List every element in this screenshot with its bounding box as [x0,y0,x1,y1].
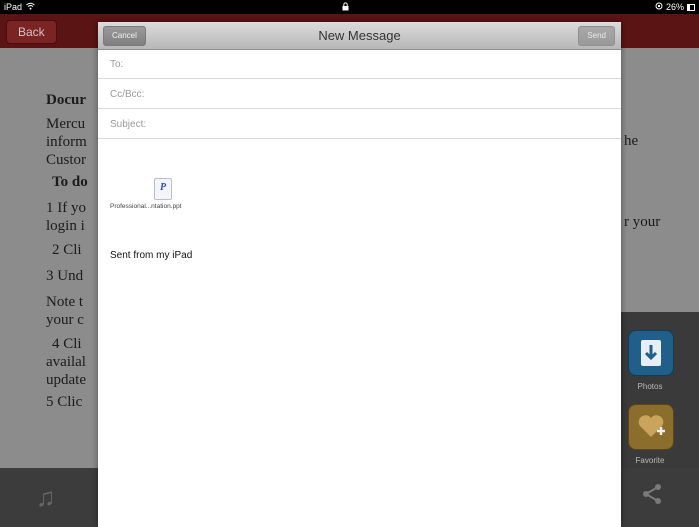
doc-line: 1 If yo [46,200,86,216]
composer-navbar: Cancel New Message Send [98,22,621,50]
doc-line: 4 Cli [52,336,82,352]
photos-icon[interactable] [628,330,674,376]
doc-line: update [46,372,86,388]
doc-fragment: he [624,133,639,149]
music-icon[interactable]: ♫ [36,482,56,513]
photos-label: Photos [637,382,663,391]
cc-bcc-label: Cc/Bcc: [110,89,145,100]
favorite-label: Favorite [635,456,665,465]
doc-line: 5 Clic [46,394,83,410]
doc-line: inform [46,134,87,150]
attachment-filename: Professional...ntation.ppt [110,203,182,210]
mail-composer: Cancel New Message Send To: Cc/Bcc: Subj… [98,22,621,527]
doc-line: 2 Cli [52,242,82,258]
composer-title: New Message [318,28,401,43]
to-input[interactable] [127,59,528,70]
doc-fragment: r your [624,214,661,230]
email-signature[interactable]: Sent from my iPad [110,250,192,261]
share-panel: Photos Favorite [620,312,699,468]
doc-line: your c [46,312,84,328]
doc-line: Note t [46,294,84,310]
status-right: 26% [655,2,695,12]
doc-line: 3 Und [46,268,84,284]
status-left: iPad [4,2,35,12]
battery-percent: 26% [665,2,684,12]
to-label: To: [110,59,124,70]
doc-line: To do [52,174,88,190]
cc-bcc-input[interactable] [148,89,549,100]
doc-line: Custor [46,152,87,168]
share-icon[interactable] [640,482,664,513]
favorite-icon[interactable] [628,404,674,450]
subject-field[interactable]: Subject: [98,110,621,139]
wifi-icon [26,2,35,12]
doc-line: Mercu [46,116,86,132]
doc-line: login i [46,218,85,234]
device-label: iPad [4,2,23,12]
back-button[interactable]: Back [6,20,57,44]
cc-bcc-field[interactable]: Cc/Bcc: [98,80,621,109]
lock-icon [342,1,349,13]
send-button[interactable]: Send [578,26,615,46]
doc-line: Docur [46,92,86,108]
subject-input[interactable] [150,119,551,130]
subject-label: Subject: [110,119,147,130]
rotation-lock-icon [655,2,663,12]
powerpoint-file-icon: P [154,178,172,200]
battery-icon [687,3,695,11]
status-bar: iPad 26% [0,0,699,14]
doc-line: availal [46,354,86,370]
to-field[interactable]: To: [98,50,621,79]
